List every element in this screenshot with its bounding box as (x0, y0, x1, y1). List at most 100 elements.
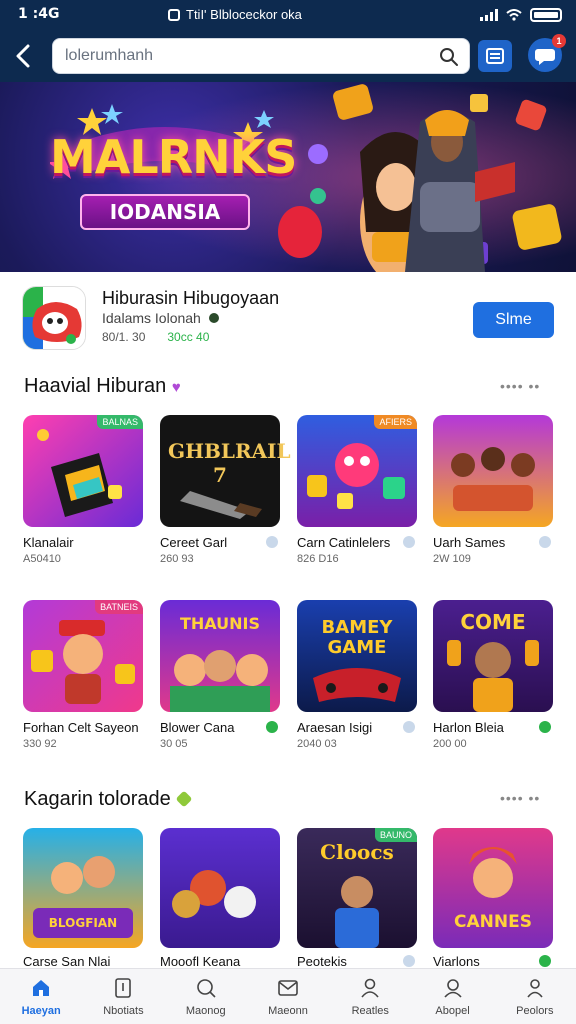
card-cover-title: BAMEY GAME (321, 617, 393, 658)
search-icon (196, 979, 216, 998)
banner-logo: MALRNKS IODANSIA (50, 102, 297, 230)
nav-label: Peolors (516, 1005, 554, 1017)
app-developer-name: Idalams Iolonah (102, 310, 201, 326)
person-icon (361, 978, 379, 998)
signal-icon (480, 9, 498, 21)
back-arrow-icon[interactable] (10, 40, 38, 72)
nav-item-messages[interactable]: Maeonn (247, 969, 329, 1024)
nav-item-search[interactable]: Maonog (165, 969, 247, 1024)
game-cover (297, 415, 417, 527)
nav-label: Reatles (351, 1005, 389, 1017)
nav-item-account[interactable]: Abopel (411, 969, 493, 1024)
nav-item-settings[interactable]: Peolors (494, 969, 576, 1024)
status-time: 1 :4G (18, 6, 60, 22)
card-cover-title: GHBLRAIL 7 (168, 439, 291, 487)
section-title-1: Haavial Hiburan ♥ (24, 375, 181, 398)
card-tag: BATNEIS (95, 600, 143, 614)
battery-icon (530, 8, 562, 22)
section-title-2-text: Kagarin tolorade (24, 788, 171, 810)
nav-label: Maonog (185, 1005, 226, 1017)
game-card[interactable]: CANNES Viarlons (433, 828, 553, 969)
game-cover (433, 415, 553, 527)
game-meta: 30 05 (160, 738, 188, 750)
game-card[interactable]: BATNEIS Forhan Celt Sayeon 330 92 (23, 600, 143, 760)
person-icon (443, 979, 462, 998)
top-app-bar: 1 (0, 30, 576, 82)
status-dot-icon (403, 955, 415, 967)
game-name: Uarh Sames (433, 535, 506, 550)
profile-icon (527, 979, 543, 998)
document-icon (115, 978, 132, 998)
gamepad-icon (23, 287, 85, 349)
notification-badge: 1 (552, 34, 566, 48)
nav-item-profiles[interactable]: Reatles (329, 969, 411, 1024)
status-dot-icon (266, 721, 278, 733)
search-icon[interactable] (439, 47, 459, 67)
section-title-1-text: Haavial Hiburan (24, 375, 167, 397)
game-name: Klanalair (23, 535, 74, 550)
game-card[interactable]: Mooofl Keana (160, 828, 280, 969)
game-card[interactable]: Uarh Sames 2W 109 (433, 415, 553, 575)
game-meta: 2W 109 (433, 553, 471, 565)
game-card[interactable]: THAUNIS Blower Cana 30 05 (160, 600, 280, 760)
search-input[interactable] (65, 47, 425, 65)
section-2-more-button[interactable]: •••• •• (500, 790, 540, 806)
game-meta: 200 00 (433, 738, 467, 750)
app-developer: Idalams Iolonah (102, 310, 219, 326)
status-dot-icon (539, 536, 551, 548)
game-name: Mooofl Keana (160, 954, 241, 969)
game-meta: 330 92 (23, 738, 57, 750)
tag-icon (175, 790, 193, 808)
game-name: Viarlons (433, 954, 480, 969)
search-box[interactable] (52, 38, 470, 74)
game-name: Forhan Celt Sayeon (23, 720, 139, 735)
card-cover-title: BLOGFIAN (48, 916, 118, 930)
game-name: Blower Cana (160, 720, 235, 735)
game-meta: A50410 (23, 553, 61, 565)
game-card[interactable]: BAMEY GAME Araesan Isigi 2040 03 (297, 600, 417, 760)
game-card[interactable]: AFIERS Carn Catinlelers 826 D16 (297, 415, 417, 575)
game-name: Carse San Nlai (23, 954, 111, 969)
card-cover-title: THAUNIS (179, 614, 261, 633)
game-name: Harlon Bleia (433, 720, 504, 735)
install-button[interactable]: Slme (473, 302, 554, 338)
nav-item-notifications[interactable]: Nbotiats (82, 969, 164, 1024)
game-name: Carn Catinlelers (297, 535, 391, 550)
nav-label: Abopel (435, 1005, 470, 1017)
nav-label: Haeyan (21, 1005, 61, 1017)
notification-app-icon (168, 8, 180, 21)
game-card[interactable]: BALNAS Klanalair A50410 (23, 415, 143, 575)
banner-logo-subtitle: IODANSIA (80, 194, 250, 230)
game-name: Araesan Isigi (297, 720, 373, 735)
hero-banner[interactable]: MALRNKS IODANSIA (0, 82, 576, 272)
app-meta: 80/1. 30 30cc 40 (102, 330, 209, 344)
status-dot-icon (539, 721, 551, 733)
nav-label: Maeonn (268, 1005, 308, 1017)
game-meta: 826 D16 (297, 553, 339, 565)
app-icon[interactable] (22, 286, 86, 350)
game-cover (160, 828, 280, 948)
bottom-navigation: Haeyan Nbotiats Maonog Maeonn Reatles Ab… (0, 968, 576, 1024)
menu-button[interactable] (478, 40, 512, 72)
game-card[interactable]: BLOGFIAN Carse San Nlai (23, 828, 143, 969)
nav-item-home[interactable]: Haeyan (0, 969, 82, 1024)
envelope-icon (278, 980, 298, 996)
section-1-more-button[interactable]: •••• •• (500, 378, 540, 394)
featured-app-info: Hiburasin Hibugoyaan Idalams Iolonah 80/… (0, 272, 576, 364)
card-cover-title: Cloocs (320, 840, 394, 864)
game-card[interactable]: COME Harlon Bleia 200 00 (433, 600, 553, 760)
game-name: Cereet Garl (160, 535, 228, 550)
game-meta: 260 93 (160, 553, 194, 565)
chat-button[interactable]: 1 (528, 34, 566, 72)
status-dot-icon (539, 955, 551, 967)
game-card[interactable]: GHBLRAIL 7 Cereet Garl 260 93 (160, 415, 291, 575)
game-meta: 2040 03 (297, 738, 337, 750)
status-icons (480, 8, 562, 22)
verified-icon (208, 313, 219, 323)
app-rating: 30cc 40 (167, 330, 210, 344)
game-cover (23, 415, 143, 527)
section-title-2: Kagarin tolorade (24, 788, 193, 811)
game-cover (23, 600, 143, 712)
card-tag: AFIERS (374, 415, 417, 429)
game-card[interactable]: BAUNO Cloocs Peotekis (297, 828, 417, 969)
